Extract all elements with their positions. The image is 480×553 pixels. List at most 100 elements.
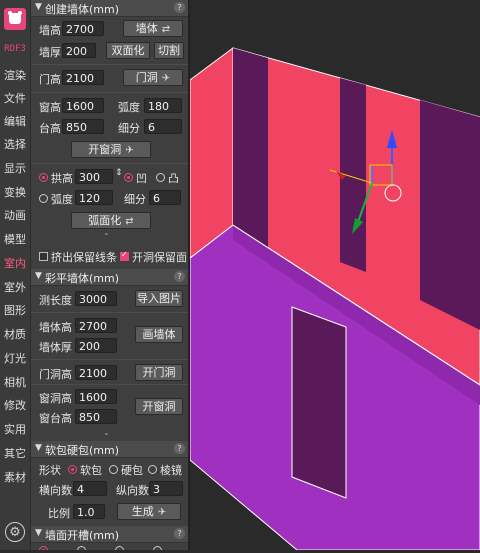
sidebar-item-render[interactable]: 渲染 (0, 67, 30, 83)
import-image-button[interactable]: 导入图片 (135, 290, 183, 307)
version-tag: RDF3 (4, 44, 26, 54)
arc2-input[interactable]: 120 (75, 190, 113, 205)
cw-window-label: 窗洞高 (39, 392, 72, 405)
door-opening-button[interactable]: 门洞 ✈ (123, 69, 183, 86)
door-height-input[interactable]: 2100 (62, 70, 104, 85)
help-icon[interactable]: ? (174, 2, 185, 13)
groove-option-radio[interactable] (39, 546, 48, 550)
keep-face-checkbox[interactable] (120, 250, 129, 261)
sidebar-item-select[interactable]: 选择 (0, 136, 30, 152)
ratio-input[interactable]: 1.0 (73, 504, 105, 519)
help-icon[interactable]: ? (174, 271, 185, 282)
sidebar-item-file[interactable]: 文件 (0, 90, 30, 106)
sidebar-item-interior[interactable]: 室内 (0, 255, 30, 271)
fold-chevron-icon[interactable]: ⌃ (103, 232, 110, 241)
open-window-button[interactable]: 开窗洞 ✈ (71, 141, 151, 158)
fold-chevron-icon[interactable]: ⌄ (103, 428, 110, 437)
open-window-button-2[interactable]: 开窗洞 (135, 398, 183, 415)
vcount-label: 纵向数 (116, 484, 149, 497)
spinner-arrows-icon[interactable]: ⇕ (115, 168, 123, 178)
arc2-label: 弧度 (51, 193, 73, 206)
hard-radio[interactable] (109, 465, 118, 474)
section-header-soft-panel[interactable]: ▼ 软包硬包(mm) ? (31, 441, 188, 458)
help-icon[interactable]: ? (174, 528, 185, 539)
convex-radio[interactable] (156, 173, 165, 182)
draw-wall-button[interactable]: 画墙体 (135, 326, 183, 343)
mirror-radio[interactable] (148, 465, 157, 474)
section-header-groove[interactable]: ▼ 墙面开槽(mm) ? (31, 526, 188, 543)
subdivide2-input[interactable]: 6 (149, 190, 181, 205)
arc-label: 弧度 (118, 101, 140, 114)
arch-radio[interactable] (39, 173, 48, 182)
concave-radio[interactable] (124, 173, 133, 182)
sidebar-item-exterior[interactable]: 室外 (0, 279, 30, 295)
groove-option-radio[interactable] (153, 546, 162, 550)
divider (31, 359, 188, 360)
sidebar-item-display[interactable]: 显示 (0, 160, 30, 176)
door-height-label: 门高 (39, 73, 61, 86)
scene-svg (189, 47, 480, 551)
wall-thickness-input[interactable]: 200 (62, 43, 96, 58)
logo-face (9, 13, 21, 24)
hcount-input[interactable]: 4 (73, 481, 107, 496)
collapse-arrow-icon: ▼ (35, 271, 42, 281)
sidebar-item-shapes[interactable]: 图形 (0, 302, 30, 318)
wall-height-input[interactable]: 2700 (62, 21, 104, 36)
groove-option-radio[interactable] (115, 546, 124, 550)
soft-label: 软包 (80, 464, 102, 477)
arc-radio[interactable] (39, 194, 48, 203)
groove-option-radio[interactable] (77, 546, 86, 550)
sidebar-item-material[interactable]: 材质 (0, 326, 30, 342)
open-door-button[interactable]: 开门洞 (135, 364, 183, 381)
soft-radio[interactable] (68, 465, 77, 474)
sidebar-item-light[interactable]: 灯光 (0, 350, 30, 366)
3d-viewport[interactable] (189, 0, 480, 551)
cut-button[interactable]: 切割 (154, 42, 184, 59)
subdivide-input[interactable]: 6 (144, 119, 182, 134)
cw-window-input[interactable]: 1600 (75, 389, 117, 404)
cw-thickness-input[interactable]: 200 (75, 338, 117, 353)
wall-panel (233, 48, 268, 248)
section-title: 彩平墙体(mm) (45, 272, 120, 285)
sidebar-item-animation[interactable]: 动画 (0, 207, 30, 223)
arch-height-input[interactable]: 300 (75, 169, 113, 184)
arc-input[interactable]: 180 (144, 98, 182, 113)
collapse-arrow-icon: ▼ (35, 528, 42, 538)
sidebar-item-other[interactable]: 其它 (0, 445, 30, 461)
cw-door-input[interactable]: 2100 (75, 365, 117, 380)
double-side-button[interactable]: 双面化 (106, 42, 150, 59)
wall-button-label: 墙体 (135, 22, 158, 35)
section-title: 软包硬包(mm) (45, 444, 120, 457)
cw-height-input[interactable]: 2700 (75, 318, 117, 333)
cw-height-label: 墙体高 (39, 321, 72, 334)
settings-gear-icon[interactable]: ⚙ (5, 522, 25, 542)
app-logo[interactable] (4, 8, 26, 30)
sidebar-item-camera[interactable]: 相机 (0, 374, 30, 390)
wall-button[interactable]: 墙体 ⇄ (123, 20, 183, 37)
window-height-input[interactable]: 1600 (62, 98, 104, 113)
measure-input[interactable]: 3000 (75, 291, 117, 306)
arcify-button[interactable]: 弧面化 ⇄ (71, 212, 151, 229)
keep-lines-checkbox[interactable] (39, 252, 48, 261)
section-header-create-wall[interactable]: ▼ 创建墙体(mm) ? (31, 0, 188, 17)
arcify-label: 弧面化 (88, 214, 122, 227)
sidebar-item-utility[interactable]: 实用 (0, 421, 30, 437)
section-title: 创建墙体(mm) (45, 3, 120, 16)
cw-sill-label: 窗台高 (39, 412, 72, 425)
sidebar-item-transform[interactable]: 变换 (0, 184, 30, 200)
generate-button[interactable]: 生成 ✈ (117, 503, 181, 520)
convex-label: 凸 (168, 172, 179, 185)
cw-sill-input[interactable]: 850 (75, 409, 117, 424)
concave-label: 凹 (136, 172, 147, 185)
cw-thickness-label: 墙体厚 (39, 341, 72, 354)
sidebar-item-model[interactable]: 模型 (0, 231, 30, 247)
vcount-input[interactable]: 3 (149, 481, 183, 496)
window-height-label: 窗高 (39, 101, 61, 114)
sidebar-item-edit[interactable]: 编辑 (0, 113, 30, 129)
sidebar-item-assets[interactable]: 素材 (0, 469, 30, 485)
section-header-color-wall[interactable]: ▼ 彩平墙体(mm) ? (31, 269, 188, 286)
divider (31, 384, 188, 385)
help-icon[interactable]: ? (174, 443, 185, 454)
sidebar-item-modify[interactable]: 修改 (0, 397, 30, 413)
sill-height-input[interactable]: 850 (62, 119, 104, 134)
